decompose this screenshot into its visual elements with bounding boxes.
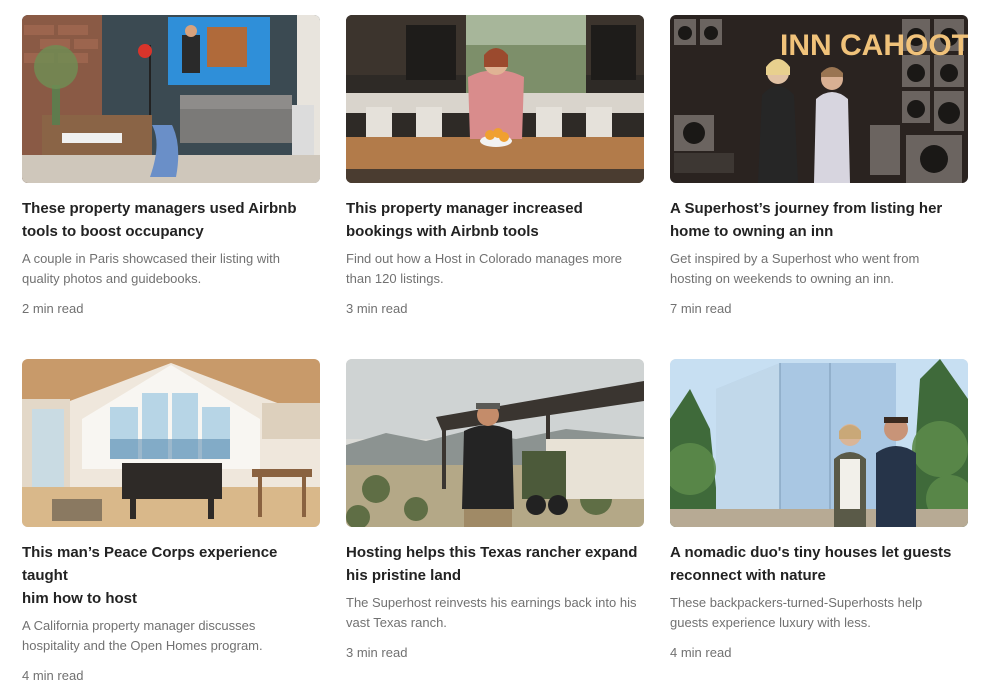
article-title[interactable]: These property managers used Airbnb tool… [22, 197, 320, 243]
read-time: 4 min read [22, 668, 84, 683]
article-description-line: vast Texas ranch. [346, 614, 447, 630]
article-title[interactable]: A Superhost’s journey from listing her h… [670, 197, 968, 243]
cabin-interior-photo[interactable] [22, 359, 320, 527]
article-description-line: A couple in Paris showcased their listin… [22, 251, 280, 266]
article-description: Find out how a Host in Colorado manages … [346, 249, 644, 288]
article-grid: These property managers used Airbnb tool… [0, 0, 1000, 683]
read-time: 3 min read [346, 645, 408, 660]
article-title-line[interactable]: him how to host [22, 587, 320, 610]
article-description: These backpackers-turned-Superhosts help… [670, 593, 968, 632]
kitchen-photo[interactable] [346, 15, 644, 183]
article-description-line: hosting on weekends to owning an inn. [670, 270, 895, 286]
article-title-line[interactable]: his pristine land [346, 564, 644, 587]
living-room-photo[interactable] [22, 15, 320, 183]
article-description-line: Get inspired by a Superhost who went fro… [670, 251, 920, 266]
article-description-line: These backpackers-turned-Superhosts help [670, 595, 923, 610]
article-title-line[interactable]: A nomadic duo's tiny houses let guests [670, 541, 968, 564]
article-title[interactable]: This man’s Peace Corps experience taught… [22, 541, 320, 610]
article-description-line: quality photos and guidebooks. [22, 270, 202, 286]
read-time: 3 min read [346, 301, 408, 316]
article-description: Get inspired by a Superhost who went fro… [670, 249, 968, 288]
article-title-line[interactable]: Hosting helps this Texas rancher expand [346, 541, 644, 564]
article-card[interactable]: This man’s Peace Corps experience taught… [22, 359, 320, 683]
article-card[interactable]: INN CAHOOTS A Superhost’s journey from l… [670, 15, 968, 316]
article-title-line[interactable]: home to owning an inn [670, 220, 968, 243]
tiny-house-forest-photo[interactable] [670, 359, 968, 527]
article-description: The Superhost reinvests his earnings bac… [346, 593, 644, 632]
article-card[interactable]: This property manager increased bookings… [346, 15, 644, 316]
article-card[interactable]: Hosting helps this Texas rancher expand … [346, 359, 644, 660]
article-title-line[interactable]: reconnect with nature [670, 564, 968, 587]
inn-cahoots-photo[interactable]: INN CAHOOTS [670, 15, 968, 183]
article-card[interactable]: These property managers used Airbnb tool… [22, 15, 320, 316]
article-title-line[interactable]: These property managers used Airbnb [22, 197, 320, 220]
article-title-line[interactable]: A Superhost’s journey from listing her [670, 197, 968, 220]
article-description-line: The Superhost reinvests his earnings bac… [346, 595, 637, 610]
article-title-line[interactable]: tools to boost occupancy [22, 220, 320, 243]
read-time: 7 min read [670, 301, 732, 316]
article-title[interactable]: A nomadic duo's tiny houses let guests r… [670, 541, 968, 587]
article-description: A couple in Paris showcased their listin… [22, 249, 320, 288]
article-description-line: than 120 listings. [346, 270, 444, 286]
article-description-line: guests experience luxury with less. [670, 614, 871, 630]
article-title-line[interactable]: bookings with Airbnb tools [346, 220, 644, 243]
article-description-line: hospitality and the Open Homes program. [22, 637, 263, 653]
article-title[interactable]: Hosting helps this Texas rancher expand … [346, 541, 644, 587]
article-description-line: A California property manager discusses [22, 618, 256, 633]
inn-sign-text: INN CAHOOTS [780, 29, 968, 62]
read-time: 4 min read [670, 645, 732, 660]
article-description-line: Find out how a Host in Colorado manages … [346, 251, 623, 266]
texas-ranch-photo[interactable] [346, 359, 644, 527]
article-card[interactable]: A nomadic duo's tiny houses let guests r… [670, 359, 968, 660]
article-title[interactable]: This property manager increased bookings… [346, 197, 644, 243]
read-time: 2 min read [22, 301, 84, 316]
article-title-line[interactable]: This property manager increased [346, 197, 644, 220]
article-description: A California property manager discusses … [22, 616, 320, 655]
article-title-line[interactable]: This man’s Peace Corps experience taught [22, 541, 320, 587]
